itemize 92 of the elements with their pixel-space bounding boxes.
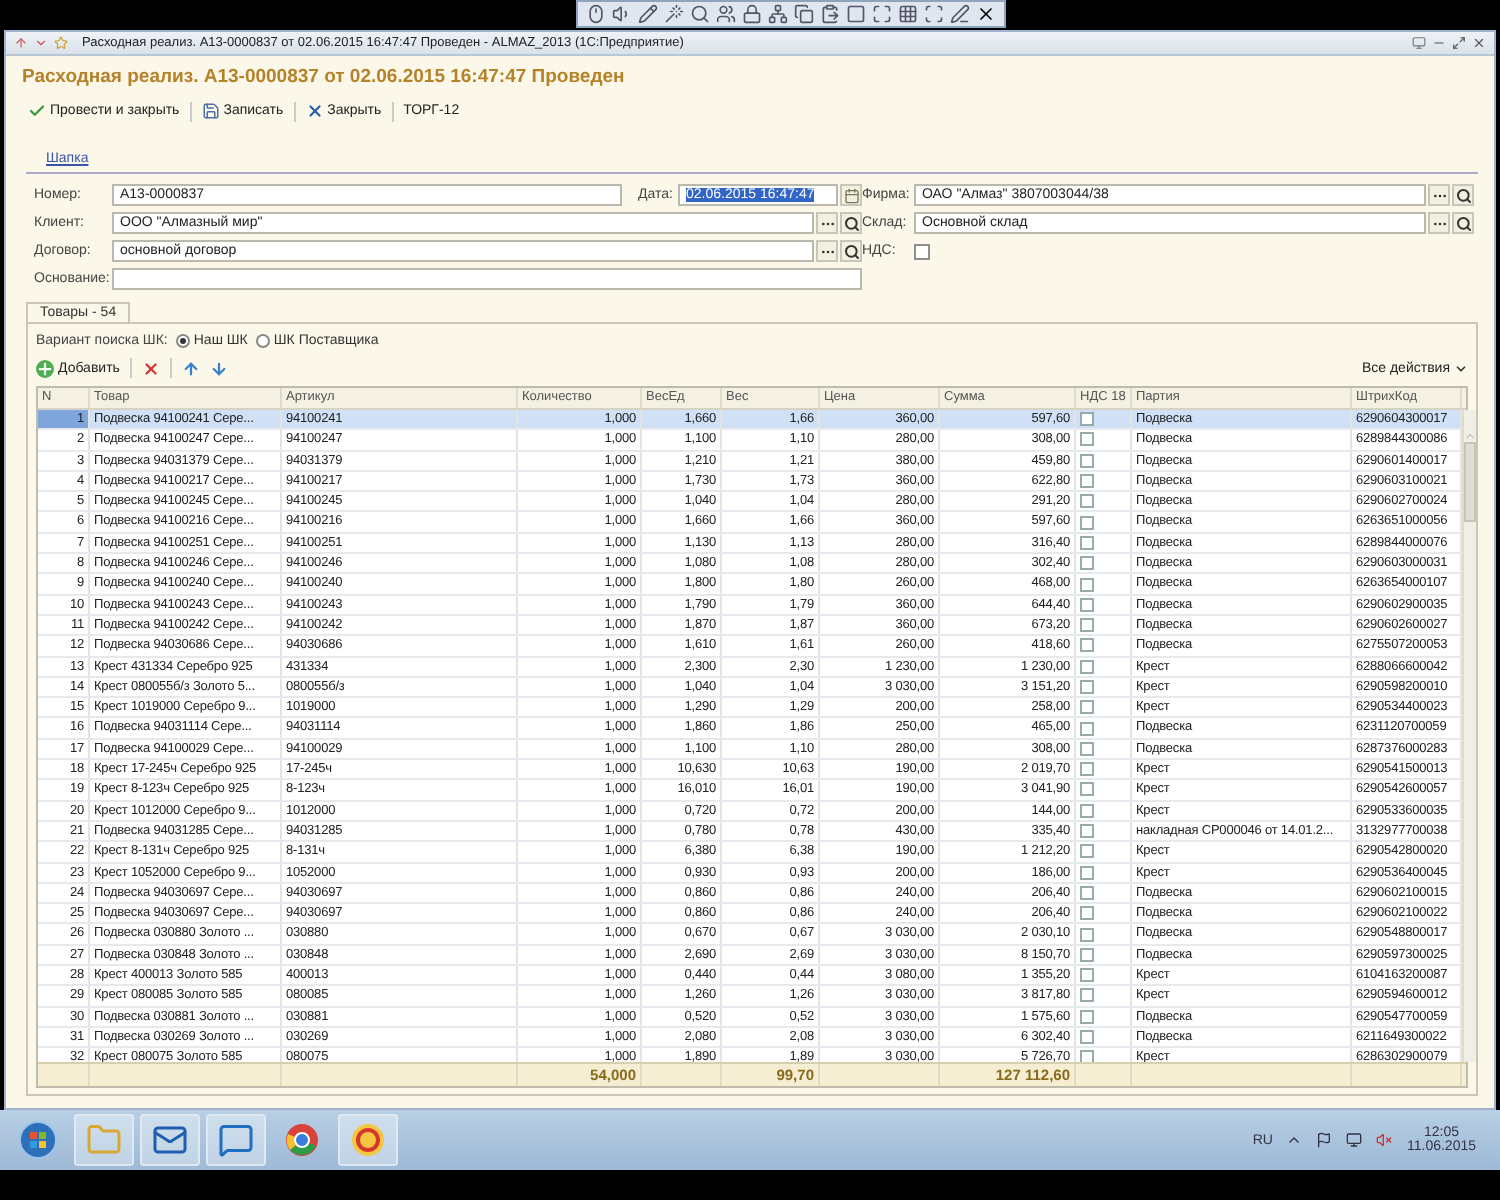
search-button[interactable]: [840, 240, 862, 262]
speaker-icon: [611, 4, 631, 24]
checkbox[interactable]: [1080, 1009, 1094, 1024]
start-orb-icon: [18, 1120, 58, 1160]
close-icon: [305, 102, 324, 120]
flag-icon: [1316, 1132, 1333, 1148]
checkbox[interactable]: [1080, 988, 1094, 1003]
move-up-button[interactable]: [181, 359, 200, 377]
checkbox[interactable]: [1080, 494, 1094, 509]
calendar-button[interactable]: [840, 184, 862, 206]
taskbar-app[interactable]: [338, 1114, 398, 1166]
checkbox[interactable]: [1080, 741, 1094, 756]
scan-icon: [923, 4, 943, 24]
checkbox[interactable]: [1080, 885, 1094, 900]
checkbox[interactable]: [1080, 680, 1094, 694]
chat-icon: [218, 1122, 254, 1158]
checkbox[interactable]: [1080, 782, 1094, 797]
mouse-icon: [585, 4, 605, 24]
app-icon: [350, 1122, 386, 1158]
choose-button[interactable]: [1428, 184, 1450, 206]
check-icon: [28, 102, 46, 120]
close-icon: [1472, 36, 1486, 50]
folder-icon: [86, 1122, 122, 1158]
checkbox[interactable]: [1080, 927, 1094, 942]
users-icon: [715, 4, 735, 24]
choose-button[interactable]: [816, 240, 838, 262]
search-icon: [1455, 215, 1471, 231]
caret-icon: [1454, 361, 1468, 375]
checkbox[interactable]: [1080, 947, 1094, 962]
checkbox[interactable]: [1080, 618, 1094, 633]
checkbox[interactable]: [1080, 432, 1094, 447]
copy-icon: [793, 4, 813, 24]
calendar-icon: [843, 187, 859, 203]
search-icon: [843, 243, 859, 259]
browser-icon: [284, 1122, 320, 1158]
star-icon: [54, 36, 68, 50]
scroll-up-icon: [1464, 430, 1476, 442]
search-icon: [689, 4, 709, 24]
checkbox[interactable]: [1080, 824, 1094, 839]
checkbox[interactable]: [1080, 968, 1094, 983]
window-icon: [845, 4, 865, 24]
fullscreen-icon: [871, 4, 891, 24]
taskbar-app[interactable]: [206, 1114, 266, 1166]
lock-icon: [741, 4, 761, 24]
checkbox[interactable]: [1080, 453, 1094, 468]
checkbox[interactable]: [1080, 638, 1094, 653]
wand-icon: [663, 4, 683, 24]
choose-button[interactable]: [1428, 212, 1450, 234]
search-button[interactable]: [1452, 212, 1474, 234]
delete-icon: [141, 359, 160, 377]
search-icon: [1455, 187, 1471, 203]
pen-icon: [949, 4, 969, 24]
checkbox[interactable]: [1080, 700, 1094, 715]
search-icon: [843, 215, 859, 231]
close-icon: [975, 4, 995, 24]
sound-muted-icon: [1376, 1132, 1393, 1148]
checkbox[interactable]: [1080, 1030, 1094, 1045]
checkbox[interactable]: [1080, 762, 1094, 777]
paste-icon: [819, 4, 839, 24]
checkbox[interactable]: [1080, 577, 1094, 592]
move-down-button[interactable]: [209, 359, 228, 377]
delete-button[interactable]: [141, 359, 160, 377]
choose-button[interactable]: [816, 212, 838, 234]
save-icon: [201, 102, 220, 120]
checkbox[interactable]: [1080, 556, 1094, 571]
checkbox[interactable]: [1080, 803, 1094, 818]
arrow-up-icon: [181, 359, 200, 377]
grid-icon: [897, 4, 917, 24]
checkbox[interactable]: [1080, 515, 1094, 530]
checkbox[interactable]: [1080, 597, 1094, 612]
maximize-icon: [1452, 36, 1466, 50]
search-button[interactable]: [840, 212, 862, 234]
search-button[interactable]: [1452, 184, 1474, 206]
checkbox[interactable]: [1080, 412, 1094, 427]
pencil-icon: [637, 4, 657, 24]
checkbox[interactable]: [1080, 474, 1094, 489]
document-heading: Расходная реализ. А13-0000837 от 02.06.2015 16:47:47 Проведен: [20, 64, 627, 88]
mail-icon: [152, 1122, 188, 1158]
checkbox[interactable]: [1080, 865, 1094, 880]
scrollbar[interactable]: [1462, 410, 1476, 1062]
panel-icon: [1412, 36, 1426, 50]
checkbox[interactable]: [1080, 721, 1094, 736]
checkbox[interactable]: [1080, 906, 1094, 921]
minimize-icon: [1432, 36, 1446, 50]
checkbox[interactable]: [1080, 844, 1094, 859]
checkbox[interactable]: [914, 243, 930, 259]
arrow-down-icon: [209, 359, 228, 377]
taskbar-app[interactable]: [140, 1114, 200, 1166]
plus-icon: [36, 359, 54, 377]
checkbox[interactable]: [1080, 659, 1094, 674]
input-field[interactable]: [112, 268, 862, 290]
checkbox[interactable]: [1080, 535, 1094, 550]
